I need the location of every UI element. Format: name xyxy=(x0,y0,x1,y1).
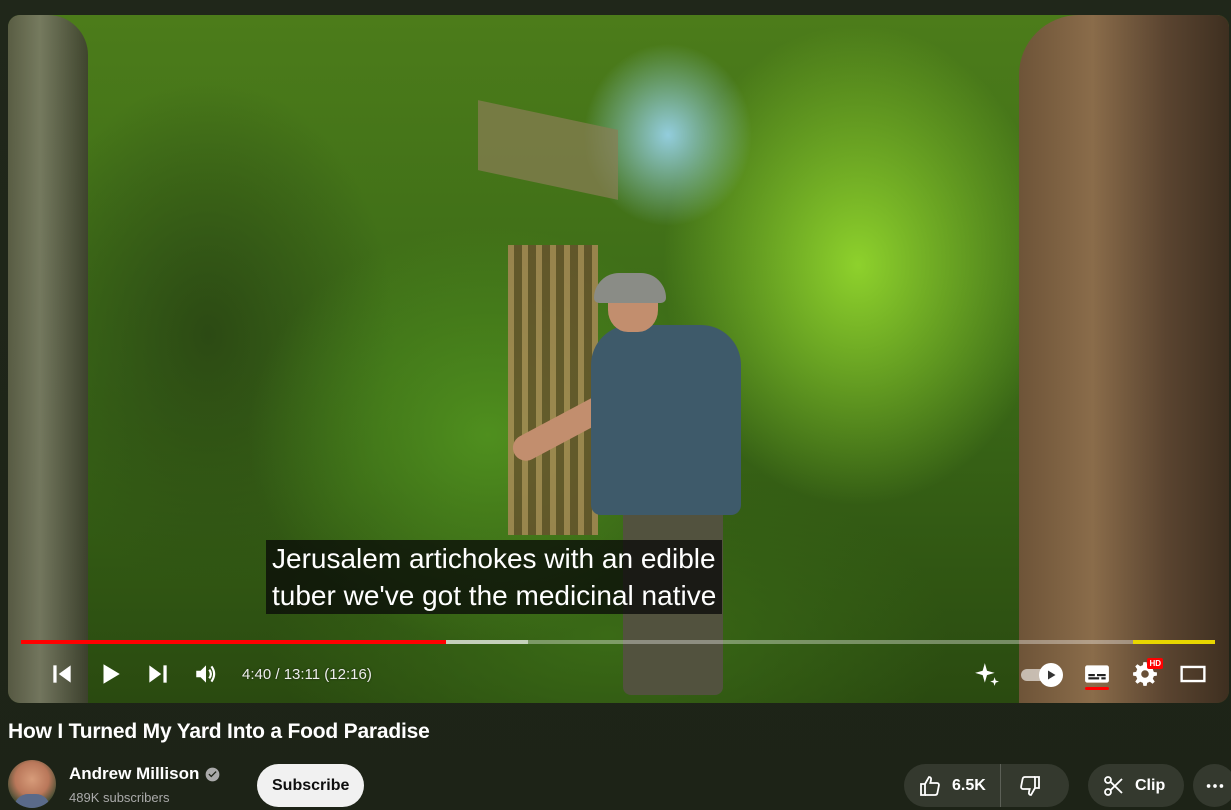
controls-left: 4:40 / 13:11 (12:16) xyxy=(38,652,372,696)
channel-name[interactable]: Andrew Millison xyxy=(69,764,199,784)
clip-label: Clip xyxy=(1135,776,1166,794)
sparkle-icon xyxy=(975,663,999,686)
video-player[interactable]: Jerusalem artichokes with an edible tube… xyxy=(8,15,1229,703)
progress-played xyxy=(21,640,447,644)
subscriber-count: 489K subscribers xyxy=(69,790,170,805)
person-body xyxy=(591,325,741,515)
like-count: 6.5K xyxy=(952,776,986,794)
clip-button[interactable]: Clip xyxy=(1088,764,1184,807)
autoplay-toggle[interactable] xyxy=(1019,662,1065,687)
subtitles-button[interactable] xyxy=(1073,652,1121,696)
thumbs-down-icon xyxy=(1019,775,1040,796)
watch-page: Jerusalem artichokes with an edible tube… xyxy=(0,0,1231,810)
subscribe-button[interactable]: Subscribe xyxy=(257,764,365,807)
settings-button[interactable]: HD xyxy=(1121,652,1169,696)
theater-mode-icon xyxy=(1180,665,1206,683)
mute-button[interactable] xyxy=(182,652,230,696)
channel-name-row: Andrew Millison xyxy=(69,764,220,784)
like-dislike-group: 6.5K xyxy=(904,764,1069,807)
subtitles-icon xyxy=(1085,665,1109,683)
like-button[interactable]: 6.5K xyxy=(904,764,1001,807)
volume-icon xyxy=(196,665,216,683)
video-title: How I Turned My Yard Into a Food Paradis… xyxy=(8,720,430,743)
person-cap xyxy=(594,273,666,303)
caption-line: tuber we've got the medicinal native xyxy=(266,577,723,614)
control-bar: 4:40 / 13:11 (12:16) HD xyxy=(8,652,1229,696)
tree-trunk-right xyxy=(1019,15,1229,703)
play-icon xyxy=(103,664,120,684)
more-horizontal-icon xyxy=(1206,783,1223,788)
avatar-shirt xyxy=(14,794,50,808)
theater-mode-button[interactable] xyxy=(1169,652,1217,696)
dislike-button[interactable] xyxy=(1001,764,1059,807)
scissors-icon xyxy=(1104,775,1123,796)
caption-window[interactable]: Jerusalem artichokes with an edible tube… xyxy=(266,540,723,614)
tree-trunk-left xyxy=(8,15,88,703)
autoplay-toggle-icon xyxy=(1048,670,1056,680)
ai-features-button[interactable] xyxy=(963,652,1011,696)
previous-button[interactable] xyxy=(38,652,86,696)
channel-avatar[interactable] xyxy=(8,760,56,808)
hd-badge: HD xyxy=(1147,658,1163,669)
controls-right: HD xyxy=(963,652,1217,696)
play-button[interactable] xyxy=(86,652,134,696)
thumbs-up-icon xyxy=(920,775,940,796)
skip-next-icon xyxy=(149,665,167,683)
caption-line: Jerusalem artichokes with an edible xyxy=(266,540,722,577)
subtitles-active-indicator xyxy=(1085,687,1109,690)
skip-previous-icon xyxy=(53,665,71,683)
owner-row: Andrew Millison 489K subscribers Subscri… xyxy=(8,760,1231,810)
next-button[interactable] xyxy=(134,652,182,696)
progress-chapter-segment xyxy=(1133,640,1215,644)
time-display: 4:40 / 13:11 (12:16) xyxy=(242,665,372,683)
autoplay-knob xyxy=(1039,663,1063,687)
progress-bar[interactable] xyxy=(21,640,1215,644)
verified-badge-icon xyxy=(205,767,220,782)
trellis-structure xyxy=(508,245,598,535)
more-actions-button[interactable] xyxy=(1193,764,1231,807)
trellis-roof xyxy=(478,100,618,200)
